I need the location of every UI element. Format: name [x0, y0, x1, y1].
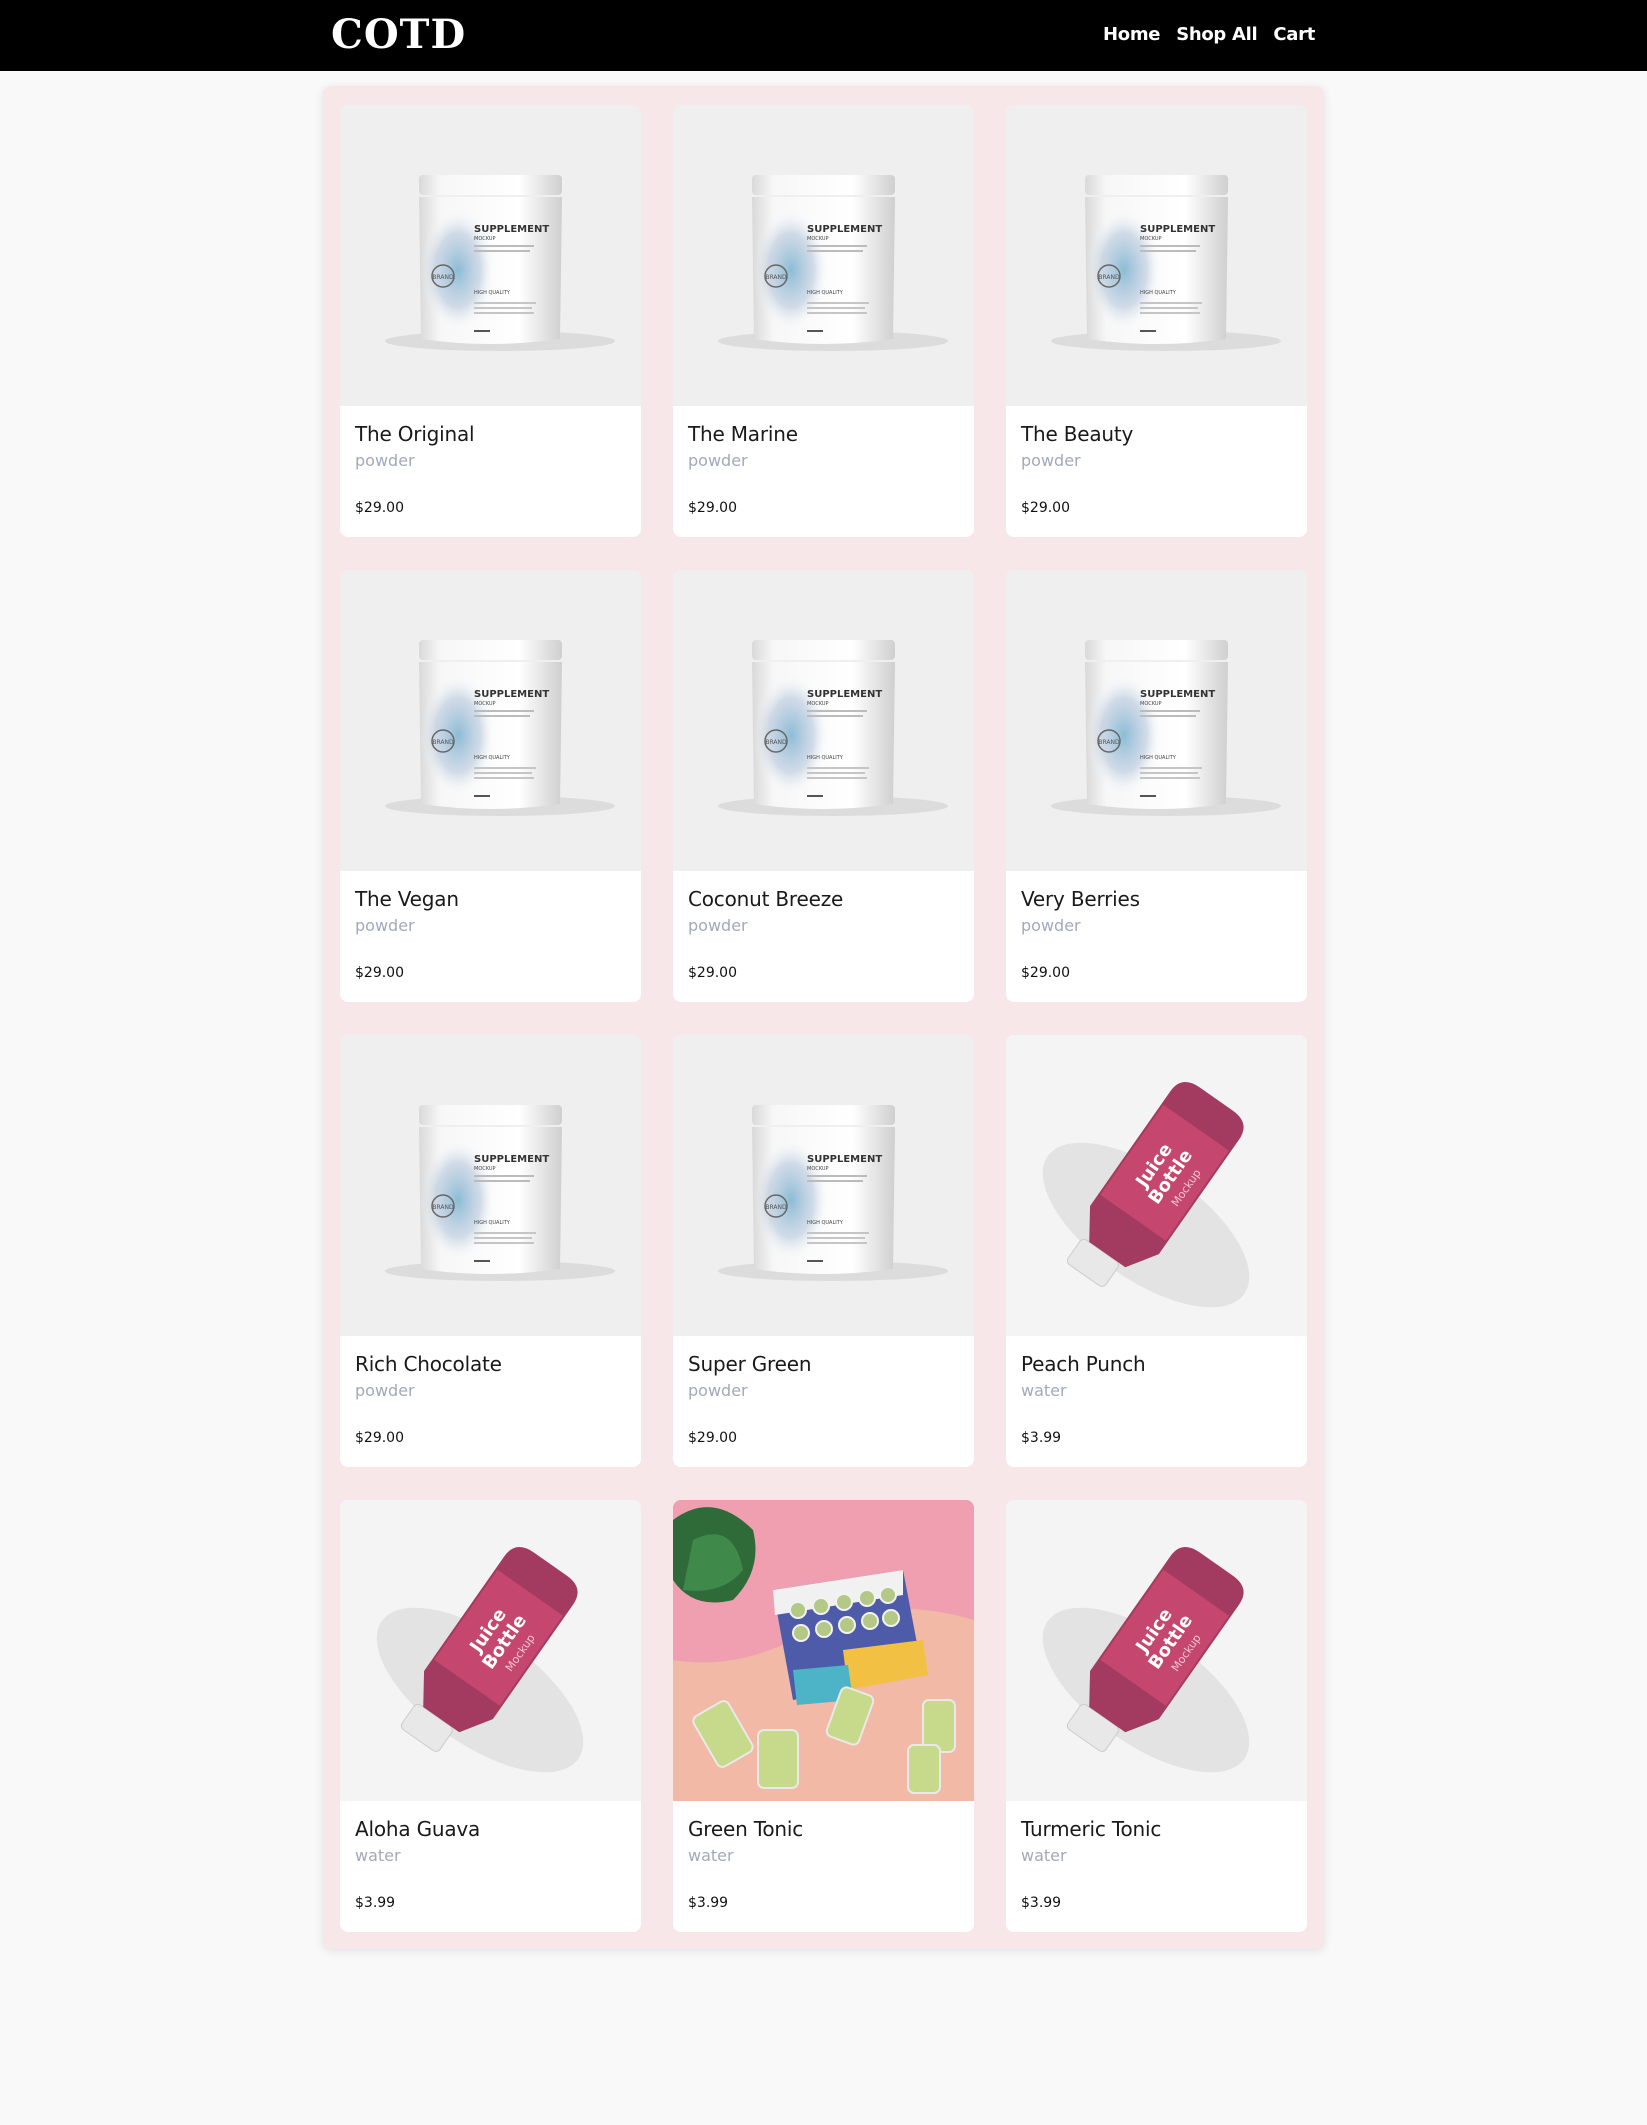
product-name[interactable]: The Original: [355, 422, 475, 446]
nav-cart-link[interactable]: Cart: [1273, 23, 1315, 47]
svg-text:SUPPLEMENT: SUPPLEMENT: [1140, 224, 1215, 235]
product-card[interactable]: BRAND SUPPLEMENT MOCKUP HIGH QUALITY Ric…: [340, 1035, 641, 1467]
nav-home-link[interactable]: Home: [1103, 23, 1161, 47]
supplement-jar-image: BRAND SUPPLEMENT MOCKUP HIGH QUALITY: [673, 105, 974, 406]
svg-text:HIGH QUALITY: HIGH QUALITY: [807, 755, 844, 761]
product-name[interactable]: Rich Chocolate: [355, 1352, 502, 1376]
product-category: water: [1021, 1846, 1067, 1865]
product-name[interactable]: Peach Punch: [1021, 1352, 1146, 1376]
supplement-jar-image: BRAND SUPPLEMENT MOCKUP HIGH QUALITY: [1006, 105, 1307, 406]
svg-text:SUPPLEMENT: SUPPLEMENT: [474, 224, 549, 235]
svg-text:SUPPLEMENT: SUPPLEMENT: [807, 224, 882, 235]
svg-text:MOCKUP: MOCKUP: [807, 236, 829, 242]
product-category: water: [1021, 1381, 1067, 1400]
svg-text:BRAND: BRAND: [1098, 739, 1120, 746]
product-category: powder: [355, 1381, 415, 1400]
product-price: $29.00: [688, 500, 737, 516]
product-card[interactable]: BRAND SUPPLEMENT MOCKUP HIGH QUALITY Ver…: [1006, 570, 1307, 1002]
svg-text:SUPPLEMENT: SUPPLEMENT: [474, 689, 549, 700]
product-card[interactable]: Juice Bottle Mockup Peach Punch water $3.9…: [1006, 1035, 1307, 1467]
svg-text:SUPPLEMENT: SUPPLEMENT: [1140, 689, 1215, 700]
svg-text:BRAND: BRAND: [432, 1204, 454, 1211]
svg-text:BRAND: BRAND: [765, 1204, 787, 1211]
svg-text:SUPPLEMENT: SUPPLEMENT: [807, 689, 882, 700]
product-price: $3.99: [1021, 1430, 1062, 1446]
svg-text:HIGH QUALITY: HIGH QUALITY: [474, 1220, 511, 1226]
product-category: powder: [688, 916, 748, 935]
product-grid: BRAND SUPPLEMENT MOCKUP HIGH QUALITY The…: [340, 105, 1307, 1932]
product-price: $3.99: [355, 1895, 396, 1911]
supplement-jar-image: BRAND SUPPLEMENT MOCKUP HIGH QUALITY: [673, 1035, 974, 1336]
svg-text:MOCKUP: MOCKUP: [474, 701, 496, 707]
product-category: powder: [1021, 916, 1081, 935]
product-category: water: [688, 1846, 734, 1865]
svg-text:SUPPLEMENT: SUPPLEMENT: [807, 1154, 882, 1165]
product-category: powder: [1021, 451, 1081, 470]
svg-text:MOCKUP: MOCKUP: [474, 236, 496, 242]
product-name[interactable]: The Vegan: [355, 887, 459, 911]
product-card[interactable]: BRAND SUPPLEMENT MOCKUP HIGH QUALITY Coc…: [673, 570, 974, 1002]
svg-text:BRAND: BRAND: [432, 274, 454, 281]
svg-text:MOCKUP: MOCKUP: [474, 1166, 496, 1172]
svg-text:MOCKUP: MOCKUP: [1140, 236, 1162, 242]
product-card[interactable]: Green Tonic water $3.99: [673, 1500, 974, 1932]
svg-text:MOCKUP: MOCKUP: [807, 1166, 829, 1172]
svg-text:MOCKUP: MOCKUP: [807, 701, 829, 707]
product-name[interactable]: The Marine: [688, 422, 798, 446]
product-price: $3.99: [1021, 1895, 1062, 1911]
product-price: $29.00: [355, 965, 404, 981]
product-category: water: [355, 1846, 401, 1865]
product-name[interactable]: Very Berries: [1021, 887, 1140, 911]
product-name[interactable]: Turmeric Tonic: [1021, 1817, 1161, 1841]
product-name[interactable]: Green Tonic: [688, 1817, 803, 1841]
svg-text:HIGH QUALITY: HIGH QUALITY: [1140, 290, 1177, 296]
product-card[interactable]: BRAND SUPPLEMENT MOCKUP HIGH QUALITY The…: [340, 105, 641, 537]
juice-bottle-image: Juice Bottle Mockup: [1006, 1500, 1307, 1801]
svg-text:BRAND: BRAND: [432, 739, 454, 746]
svg-text:SUPPLEMENT: SUPPLEMENT: [474, 1154, 549, 1165]
juice-bottle-image: Juice Bottle Mockup: [1006, 1035, 1307, 1336]
supplement-jar-image: BRAND SUPPLEMENT MOCKUP HIGH QUALITY: [1006, 570, 1307, 871]
product-price: $29.00: [1021, 965, 1070, 981]
product-card[interactable]: BRAND SUPPLEMENT MOCKUP HIGH QUALITY The…: [1006, 105, 1307, 537]
product-price: $29.00: [355, 1430, 404, 1446]
svg-text:BRAND: BRAND: [765, 739, 787, 746]
product-category: powder: [355, 916, 415, 935]
product-card[interactable]: BRAND SUPPLEMENT MOCKUP HIGH QUALITY The…: [673, 105, 974, 537]
product-price: $29.00: [688, 1430, 737, 1446]
juice-bottle-image: Juice Bottle Mockup: [340, 1500, 641, 1801]
svg-text:MOCKUP: MOCKUP: [1140, 701, 1162, 707]
svg-text:BRAND: BRAND: [765, 274, 787, 281]
svg-text:HIGH QUALITY: HIGH QUALITY: [807, 1220, 844, 1226]
product-name[interactable]: The Beauty: [1021, 422, 1133, 446]
svg-text:HIGH QUALITY: HIGH QUALITY: [807, 290, 844, 296]
product-price: $29.00: [355, 500, 404, 516]
supplement-jar-image: BRAND SUPPLEMENT MOCKUP HIGH QUALITY: [673, 570, 974, 871]
supplement-jar-image: BRAND SUPPLEMENT MOCKUP HIGH QUALITY: [340, 570, 641, 871]
product-price: $3.99: [688, 1895, 729, 1911]
product-name[interactable]: Coconut Breeze: [688, 887, 843, 911]
svg-text:HIGH QUALITY: HIGH QUALITY: [474, 290, 511, 296]
product-card[interactable]: Juice Bottle Mockup Aloha Guava water $3.9…: [340, 1500, 641, 1932]
main-nav: Home Shop All Cart: [1103, 23, 1315, 47]
product-category: powder: [688, 1381, 748, 1400]
top-navbar: COTD Home Shop All Cart: [0, 0, 1647, 71]
svg-text:HIGH QUALITY: HIGH QUALITY: [474, 755, 511, 761]
product-card[interactable]: Juice Bottle Mockup Turmeric Tonic water $…: [1006, 1500, 1307, 1932]
product-name[interactable]: Aloha Guava: [355, 1817, 480, 1841]
site-logo[interactable]: COTD: [331, 12, 466, 58]
product-category: powder: [688, 451, 748, 470]
product-card[interactable]: BRAND SUPPLEMENT MOCKUP HIGH QUALITY The…: [340, 570, 641, 1002]
product-card[interactable]: BRAND SUPPLEMENT MOCKUP HIGH QUALITY Sup…: [673, 1035, 974, 1467]
supplement-jar-image: BRAND SUPPLEMENT MOCKUP HIGH QUALITY: [340, 1035, 641, 1336]
product-name[interactable]: Super Green: [688, 1352, 812, 1376]
product-category: powder: [355, 451, 415, 470]
supplement-jar-image: BRAND SUPPLEMENT MOCKUP HIGH QUALITY: [340, 105, 641, 406]
bottle-box-photo: [673, 1500, 974, 1801]
product-price: $29.00: [688, 965, 737, 981]
nav-shop-all-link[interactable]: Shop All: [1176, 23, 1257, 47]
svg-text:BRAND: BRAND: [1098, 274, 1120, 281]
product-price: $29.00: [1021, 500, 1070, 516]
svg-text:HIGH QUALITY: HIGH QUALITY: [1140, 755, 1177, 761]
